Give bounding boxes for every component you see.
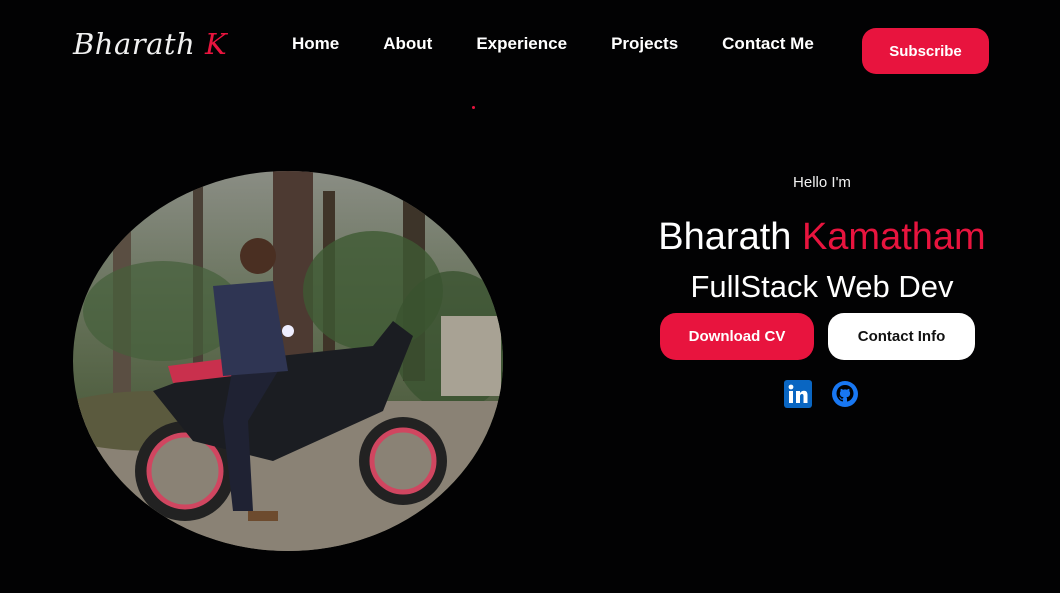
nav-about[interactable]: About (383, 33, 432, 55)
page: Bharath K Home About Experience Projects… (0, 0, 1060, 593)
contact-info-button[interactable]: Contact Info (828, 313, 975, 360)
first-name: Bharath (658, 216, 792, 258)
last-name: Kamatham (801, 216, 986, 258)
hero-name: Bharath Kamatham (612, 214, 1032, 260)
download-cv-button[interactable]: Download CV (660, 313, 814, 360)
logo-initial: K (204, 27, 228, 61)
linkedin-icon[interactable] (784, 380, 812, 408)
decorative-dot (472, 106, 475, 109)
role-title: FullStack Web Dev (690, 269, 954, 304)
greeting-text: Hello I'm (793, 174, 851, 191)
subscribe-button[interactable]: Subscribe (862, 28, 989, 74)
main-nav: Home About Experience Projects Contact M… (270, 33, 836, 55)
nav-projects[interactable]: Projects (611, 33, 678, 55)
nav-contact-me[interactable]: Contact Me (722, 33, 814, 55)
nav-home[interactable]: Home (292, 33, 339, 55)
profile-photo (73, 171, 503, 551)
github-icon[interactable] (831, 380, 859, 408)
nav-experience[interactable]: Experience (476, 33, 567, 55)
site-logo[interactable]: Bharath K (73, 26, 227, 62)
logo-first-name: Bharath (73, 27, 196, 61)
social-links (784, 380, 859, 408)
